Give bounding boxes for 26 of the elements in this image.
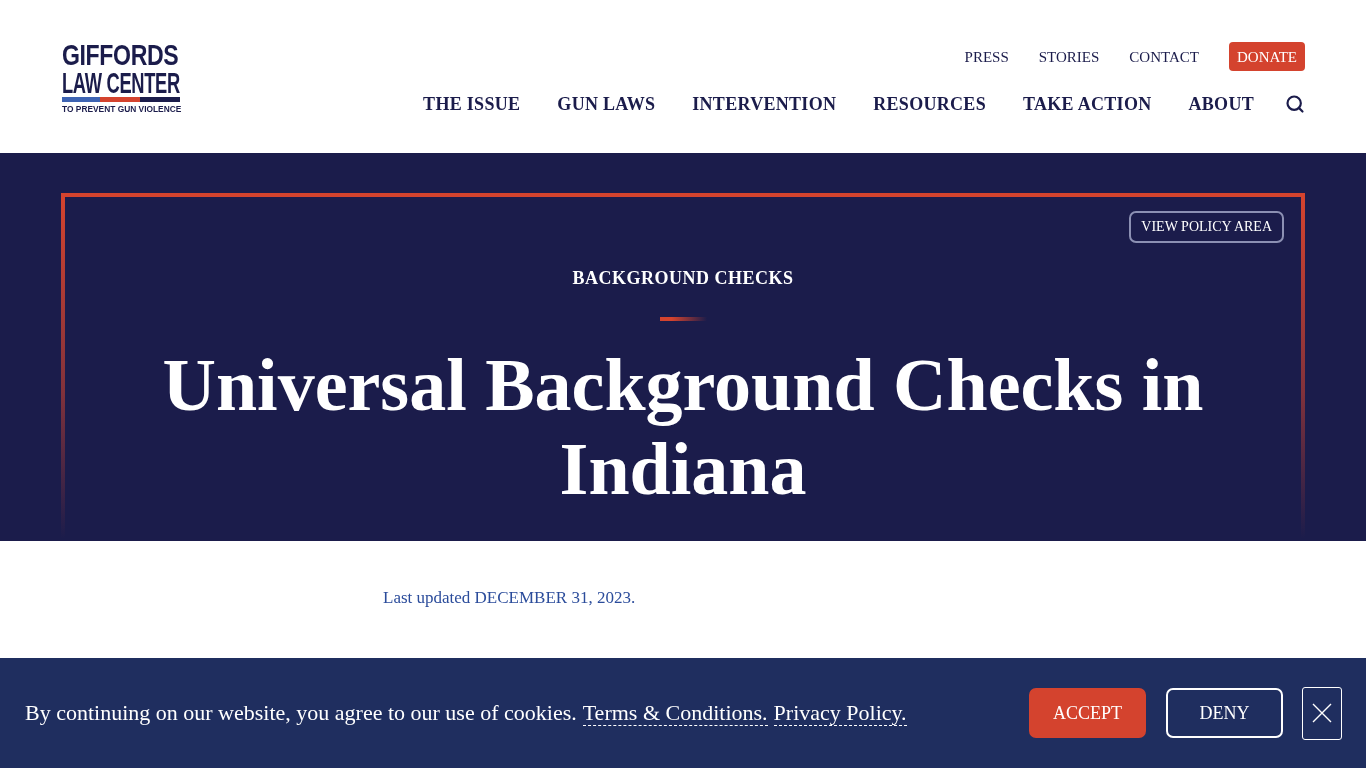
utility-link[interactable]: PRESS [964,47,1009,66]
logo-tagline[interactable]: TO PREVENT GUN VIOLENCE [62,105,182,114]
deny-button[interactable]: DENY [1166,688,1283,738]
view-policy-button[interactable]: VIEW POLICY AREA [1129,211,1284,243]
donate-button[interactable]: DONATE [1229,42,1305,71]
utility-link[interactable]: STORIES [1038,47,1100,66]
privacy-policy-link[interactable]: Privacy Policy. [773,700,907,726]
cookie-notice-text: By continuing on our website, you agree to our use of cookies. Terms & Conditions. Privacy Policy. [25,699,907,727]
nav-link[interactable]: INTERVENTION [692,93,837,115]
search-icon[interactable] [1285,94,1305,114]
close-button[interactable] [1302,686,1342,740]
utility-link[interactable]: CONTACT [1129,47,1199,66]
stripes-icon [62,97,180,102]
close-icon [1312,703,1332,723]
terms-link[interactable]: Terms & Conditions. [582,700,768,726]
category-label: BACKGROUND CHECKS [572,267,794,289]
accept-button[interactable]: ACCEPT [1029,688,1146,738]
last-updated-text: Last updated DECEMBER 31, 2023. [383,587,636,609]
nav-link[interactable]: RESOURCES [873,93,986,115]
nav-link[interactable]: THE ISSUE [423,93,521,115]
page-title: Universal Background Checks in Indiana [161,343,1205,511]
logo-wordmark[interactable]: LAW CENTER [62,69,180,97]
nav-link[interactable]: TAKE ACTION [1023,93,1152,115]
nav-link[interactable]: ABOUT [1188,93,1254,115]
nav-link[interactable]: GUN LAWS [557,93,656,115]
logo-wordmark[interactable]: GIFFORDS [62,41,179,69]
